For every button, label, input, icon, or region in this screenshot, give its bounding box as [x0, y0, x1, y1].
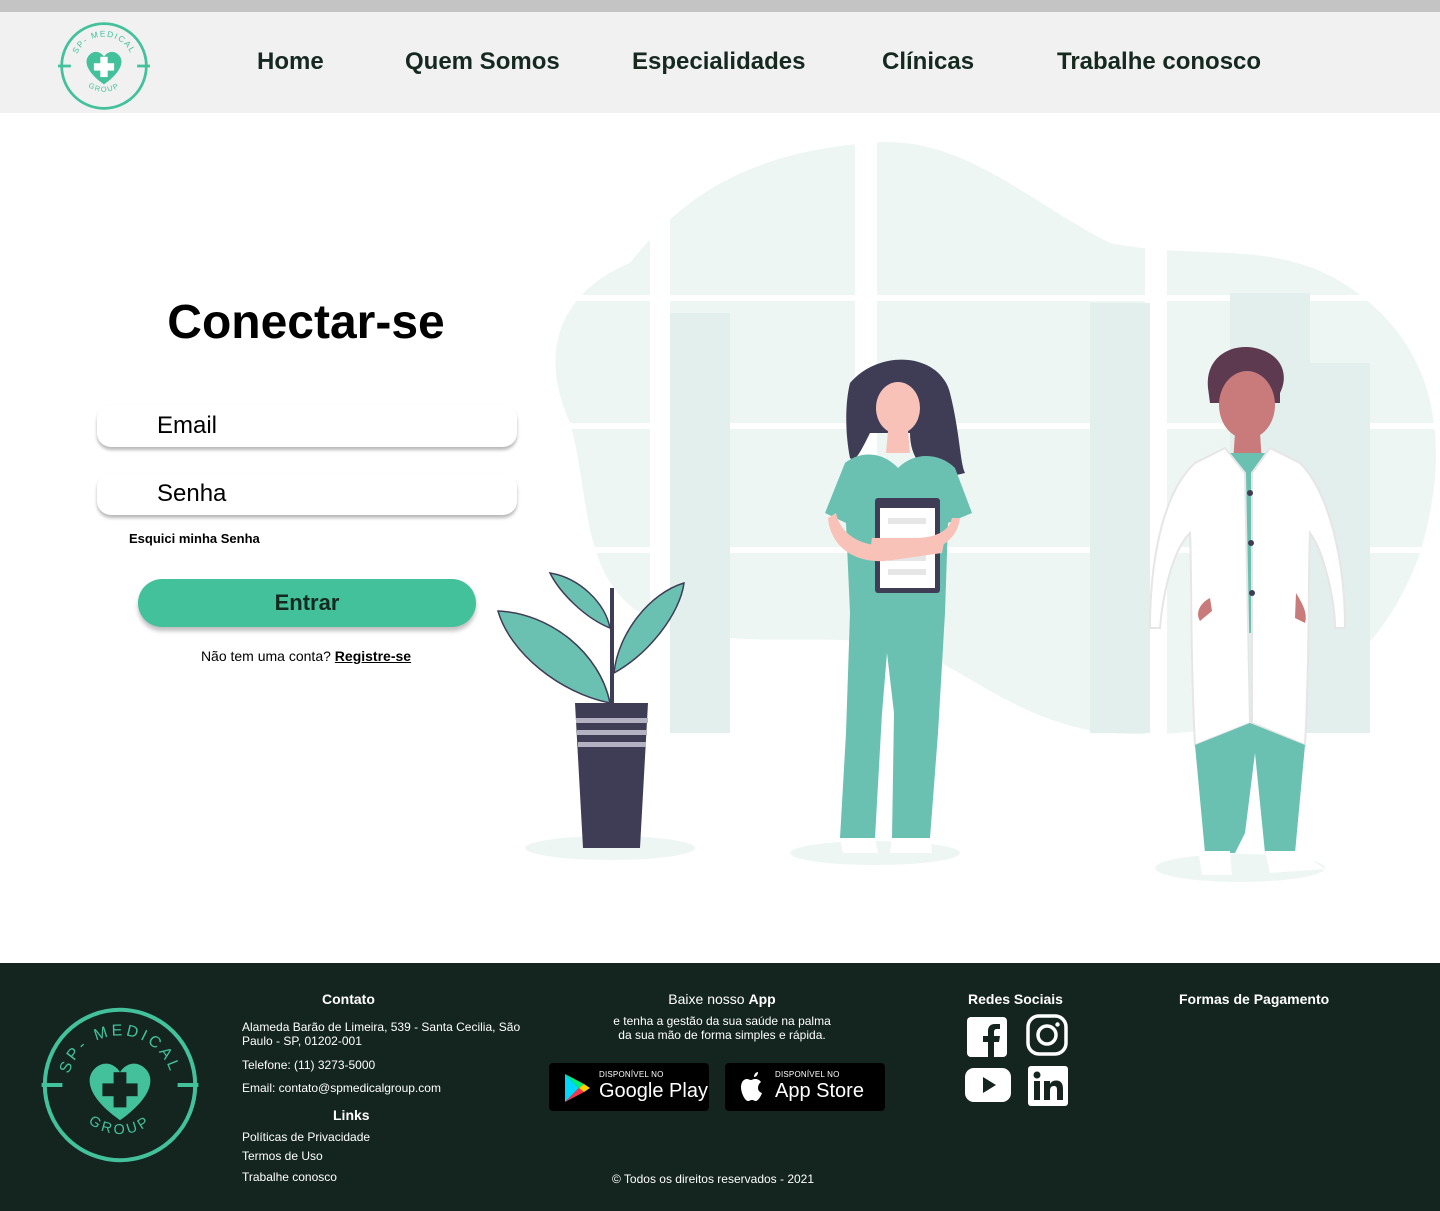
top-strip: [0, 0, 1440, 12]
copyright: © Todos os direitos reservados - 2021: [611, 1172, 815, 1186]
logo-top-text: SP- MEDICAL: [71, 29, 136, 55]
nav-trabalhe-conosco[interactable]: Trabalhe conosco: [1057, 48, 1261, 76]
site-header: SP- MEDICAL GROUP Home Quem Somos Especi…: [0, 12, 1440, 113]
footer-logo-icon: SP- MEDICAL GROUP: [41, 1007, 199, 1163]
forgot-password-link[interactable]: Esquici minha Senha: [129, 531, 260, 546]
nav-especialidades[interactable]: Especialidades: [632, 48, 805, 76]
main-content: Conectar-se Esquici minha Senha Entrar N…: [0, 113, 1440, 963]
google-play-badge[interactable]: DISPONÍVEL NO Google Play: [549, 1063, 709, 1111]
email-field[interactable]: [97, 405, 517, 447]
app-store-small-text: DISPONÍVEL NO: [775, 1070, 840, 1079]
doctors-illustration: [496, 133, 1440, 882]
password-field[interactable]: [97, 473, 517, 515]
nav-clinicas[interactable]: Clínicas: [882, 48, 974, 76]
linkedin-icon[interactable]: [1027, 1065, 1069, 1107]
svg-text:SP- MEDICAL: SP- MEDICAL: [71, 29, 137, 55]
google-play-big-text: Google Play: [599, 1080, 708, 1102]
site-footer: SP- MEDICAL GROUP Contato Alameda Barão …: [0, 963, 1440, 1211]
link-terms[interactable]: Termos de Uso: [242, 1149, 323, 1163]
contact-address-line1: Alameda Barão de Limeira, 539 - Santa Ce…: [242, 1020, 521, 1034]
register-link[interactable]: Registre-se: [335, 648, 411, 664]
facebook-icon[interactable]: [966, 1016, 1008, 1058]
footer-logo-top-text: SP- MEDICAL: [57, 1022, 180, 1075]
register-prompt: Não tem uma conta? Registre-se: [96, 648, 516, 664]
google-play-small-text: DISPONÍVEL NO: [599, 1070, 664, 1079]
link-careers[interactable]: Trabalhe conosco: [242, 1170, 337, 1184]
contact-email: Email: contato@spmedicalgroup.com: [242, 1081, 441, 1095]
app-heading-bold: App: [748, 991, 776, 1007]
no-account-text: Não tem uma conta?: [200, 648, 331, 664]
app-store-big-text: App Store: [775, 1080, 864, 1102]
login-button[interactable]: Entrar: [138, 579, 476, 627]
svg-text:SP- MEDICAL: SP- MEDICAL: [57, 1022, 184, 1075]
nav-home[interactable]: Home: [257, 48, 324, 76]
payment-heading: Formas de Pagamento: [1179, 991, 1330, 1007]
contact-heading: Contato: [322, 991, 375, 1007]
app-store-badge[interactable]: DISPONÍVEL NO App Store: [725, 1063, 885, 1111]
links-heading: Links: [333, 1107, 370, 1123]
app-line1: e tenha a gestão da sua saúde na palma: [613, 1014, 831, 1028]
link-privacy[interactable]: Políticas de Privacidade: [242, 1130, 370, 1144]
contact-address-line2: Paulo - SP, 01202-001: [242, 1034, 362, 1048]
social-heading: Redes Sociais: [968, 991, 1063, 1007]
app-line2: da sua mão de forma simples e rápida.: [618, 1028, 826, 1042]
contact-phone: Telefone: (11) 3273-5000: [242, 1058, 376, 1072]
apple-icon: [741, 1072, 762, 1101]
youtube-icon[interactable]: [964, 1067, 1012, 1103]
instagram-icon[interactable]: [1026, 1014, 1068, 1056]
logo-icon[interactable]: SP- MEDICAL GROUP: [58, 20, 150, 112]
login-title: Conectar-se: [167, 296, 445, 349]
nav-quem-somos[interactable]: Quem Somos: [405, 48, 560, 76]
app-heading-prefix: Baixe nosso: [668, 991, 745, 1007]
google-play-icon: [565, 1074, 590, 1102]
app-heading: Baixe nosso App: [550, 991, 894, 1007]
